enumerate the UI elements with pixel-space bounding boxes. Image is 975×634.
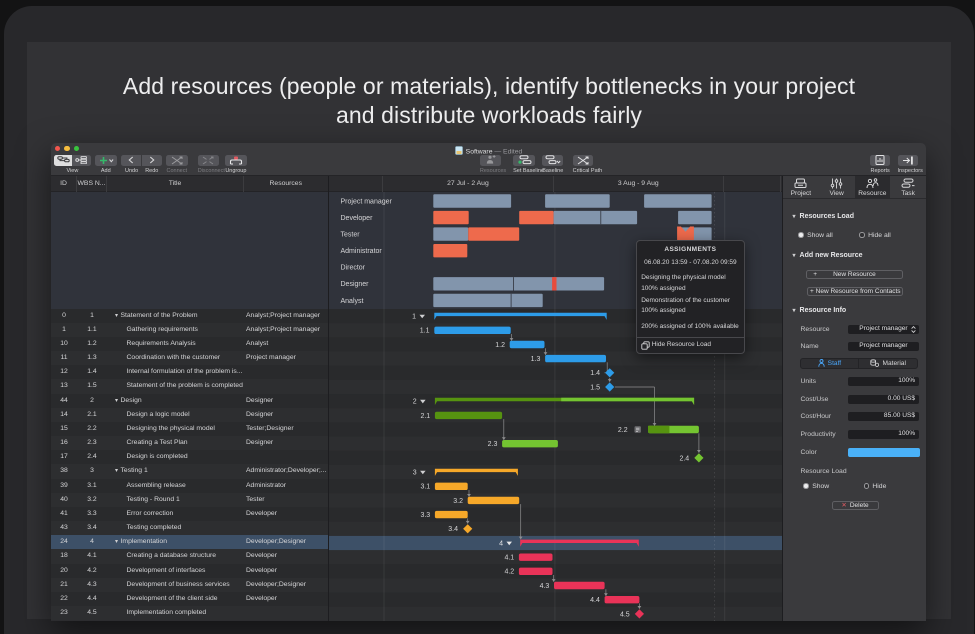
svg-text:Administrator: Administrator bbox=[340, 248, 382, 255]
svg-text:2.2: 2.2 bbox=[617, 426, 627, 433]
svg-text:4.5: 4.5 bbox=[619, 611, 629, 618]
svg-text:3.3: 3.3 bbox=[420, 512, 430, 519]
svg-text:Project manager: Project manager bbox=[340, 198, 392, 205]
svg-text:1.1: 1.1 bbox=[419, 327, 429, 334]
svg-text:1.3: 1.3 bbox=[530, 356, 540, 363]
svg-text:Analyst: Analyst bbox=[340, 297, 363, 304]
svg-text:3: 3 bbox=[412, 469, 416, 476]
svg-text:2.3: 2.3 bbox=[487, 441, 497, 448]
svg-text:3.1: 3.1 bbox=[420, 483, 430, 490]
svg-text:3.4: 3.4 bbox=[448, 526, 458, 533]
svg-text:Designer: Designer bbox=[340, 281, 369, 288]
svg-text:3.2: 3.2 bbox=[453, 497, 463, 504]
svg-text:Director: Director bbox=[340, 264, 365, 271]
svg-text:2.4: 2.4 bbox=[679, 455, 689, 462]
svg-text:4.2: 4.2 bbox=[504, 568, 514, 575]
svg-text:1: 1 bbox=[412, 313, 416, 320]
svg-text:1.2: 1.2 bbox=[495, 341, 505, 348]
svg-text:4.3: 4.3 bbox=[539, 582, 549, 589]
svg-text:4: 4 bbox=[499, 540, 503, 547]
svg-text:Tester: Tester bbox=[340, 231, 360, 238]
svg-text:2: 2 bbox=[412, 398, 416, 405]
svg-text:2.1: 2.1 bbox=[420, 412, 430, 419]
svg-text:1.5: 1.5 bbox=[590, 384, 600, 391]
svg-text:4.4: 4.4 bbox=[590, 597, 600, 604]
svg-text:1.4: 1.4 bbox=[590, 370, 600, 377]
svg-text:Developer: Developer bbox=[340, 215, 373, 222]
svg-text:4.1: 4.1 bbox=[504, 554, 514, 561]
